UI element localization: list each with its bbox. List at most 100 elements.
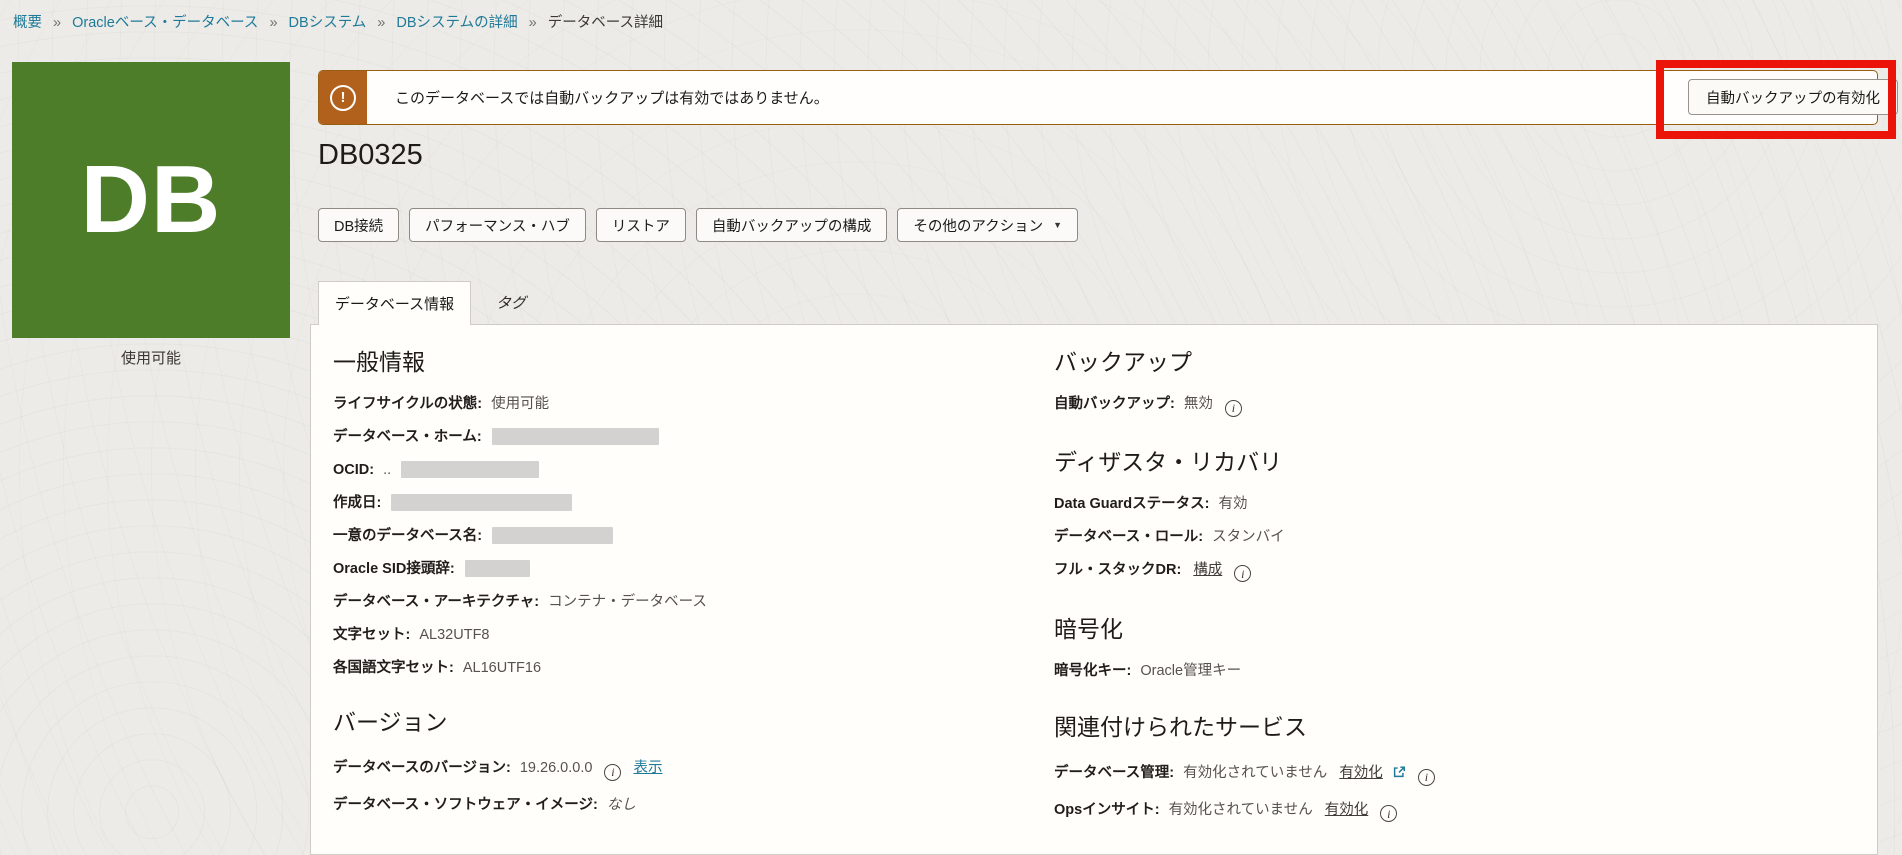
breadcrumb-separator: » xyxy=(53,15,61,31)
chevron-down-icon: ▼ xyxy=(1053,220,1062,230)
restore-button[interactable]: リストア xyxy=(596,208,686,242)
breadcrumb-separator: » xyxy=(529,15,537,31)
database-version-label: データベースのバージョン: xyxy=(333,760,511,776)
breadcrumb-db-systems[interactable]: DBシステム xyxy=(289,15,367,31)
software-image-row: データベース・ソフトウェア・イメージ: なし xyxy=(333,796,1033,814)
auto-backup-row: 自動バックアップ: 無効 i xyxy=(1054,395,1834,417)
auto-backup-warning-banner: ! このデータベースでは自動バックアップは有効ではありません。 xyxy=(318,70,1878,125)
database-home-row: データベース・ホーム: xyxy=(333,428,1033,446)
database-role-label: データベース・ロール: xyxy=(1054,529,1203,545)
national-character-set-row: 各国語文字セット: AL16UTF16 xyxy=(333,659,1033,677)
encryption-key-label: 暗号化キー: xyxy=(1054,663,1131,679)
national-character-set-value: AL16UTF16 xyxy=(463,660,541,676)
auto-backup-value: 無効 xyxy=(1184,396,1213,412)
software-image-value: なし xyxy=(607,797,636,813)
warning-iconbox: ! xyxy=(319,71,367,124)
db-connection-button[interactable]: DB接続 xyxy=(318,208,399,242)
info-icon[interactable]: i xyxy=(1234,565,1251,582)
unique-database-name-label: 一意のデータベース名: xyxy=(333,528,482,544)
database-management-value: 有効化されていません xyxy=(1183,765,1327,781)
general-info-heading: 一般情報 xyxy=(333,347,1033,377)
created-date-row: 作成日: xyxy=(333,494,1033,512)
database-management-row: データベース管理: 有効化されていません 有効化 i xyxy=(1054,764,1834,786)
lifecycle-state-row: ライフサイクルの状態: 使用可能 xyxy=(333,395,1033,413)
database-status-tile: DB xyxy=(12,62,290,338)
breadcrumb-separator: » xyxy=(377,15,385,31)
tab-database-info[interactable]: データベース情報 xyxy=(318,281,471,325)
oracle-sid-prefix-label: Oracle SID接頭辞: xyxy=(333,561,455,577)
redacted-value xyxy=(492,527,613,544)
configure-auto-backup-button[interactable]: 自動バックアップの構成 xyxy=(696,208,888,242)
more-actions-button[interactable]: その他のアクション ▼ xyxy=(897,208,1078,242)
lifecycle-state-value: 使用可能 xyxy=(491,396,549,412)
data-guard-status-label: Data Guardステータス: xyxy=(1054,496,1210,512)
info-icon[interactable]: i xyxy=(1418,769,1435,786)
encryption-heading: 暗号化 xyxy=(1054,614,1834,644)
database-role-row: データベース・ロール: スタンバイ xyxy=(1054,528,1834,546)
version-heading: バージョン xyxy=(333,707,1033,737)
breadcrumb-oracle-base-database[interactable]: Oracleベース・データベース xyxy=(72,15,258,31)
created-date-label: 作成日: xyxy=(333,495,381,511)
character-set-value: AL32UTF8 xyxy=(419,627,489,643)
redacted-value xyxy=(492,428,659,445)
status-label: 使用可能 xyxy=(12,347,290,368)
breadcrumb-database-details: データベース詳細 xyxy=(548,15,663,31)
breadcrumb: 概要 » Oracleベース・データベース » DBシステム » DBシステムの… xyxy=(13,14,663,32)
breadcrumb-db-system-details[interactable]: DBシステムの詳細 xyxy=(396,15,517,31)
red-highlight-box xyxy=(1656,60,1896,139)
data-guard-status-value: 有効 xyxy=(1219,496,1248,512)
breadcrumb-overview[interactable]: 概要 xyxy=(13,15,42,31)
character-set-label: 文字セット: xyxy=(333,627,410,643)
info-icon[interactable]: i xyxy=(1225,400,1242,417)
view-version-link[interactable]: 表示 xyxy=(634,760,663,776)
auto-backup-label: 自動バックアップ: xyxy=(1054,396,1175,412)
software-image-label: データベース・ソフトウェア・イメージ: xyxy=(333,797,598,813)
lifecycle-state-label: ライフサイクルの状態: xyxy=(333,396,482,412)
encryption-key-value: Oracle管理キー xyxy=(1140,663,1241,679)
database-home-label: データベース・ホーム: xyxy=(333,429,482,445)
database-architecture-label: データベース・アーキテクチャ: xyxy=(333,594,539,610)
unique-database-name-row: 一意のデータベース名: xyxy=(333,527,1033,545)
database-role-value: スタンバイ xyxy=(1212,529,1285,545)
ocid-label: OCID: xyxy=(333,462,374,478)
disaster-recovery-heading: ディザスタ・リカバリ xyxy=(1054,447,1834,477)
database-version-value: 19.26.0.0.0 xyxy=(520,760,593,776)
full-stack-dr-label: フル・スタックDR: xyxy=(1054,562,1181,578)
performance-hub-button[interactable]: パフォーマンス・ハブ xyxy=(409,208,586,242)
database-architecture-value: コンテナ・データベース xyxy=(548,594,707,610)
redacted-value xyxy=(391,494,572,511)
ops-insights-label: Opsインサイト: xyxy=(1054,802,1160,818)
breadcrumb-separator: » xyxy=(269,15,277,31)
backup-column: バックアップ 自動バックアップ: 無効 i ディザスタ・リカバリ Data Gu… xyxy=(1054,325,1834,822)
national-character-set-label: 各国語文字セット: xyxy=(333,660,454,676)
external-link-icon[interactable] xyxy=(1392,765,1406,779)
database-tile-abbr: DB xyxy=(81,145,222,255)
database-architecture-row: データベース・アーキテクチャ: コンテナ・データベース xyxy=(333,593,1033,611)
data-guard-status-row: Data Guardステータス: 有効 xyxy=(1054,495,1834,513)
info-icon[interactable]: i xyxy=(1380,805,1397,822)
enable-database-management-link[interactable]: 有効化 xyxy=(1339,765,1383,781)
warning-icon: ! xyxy=(330,85,356,111)
full-stack-dr-row: フル・スタックDR: 構成 i xyxy=(1054,561,1834,583)
ops-insights-value: 有効化されていません xyxy=(1169,802,1313,818)
redacted-value xyxy=(465,560,530,577)
encryption-key-row: 暗号化キー: Oracle管理キー xyxy=(1054,662,1834,680)
ocid-row: OCID: .. xyxy=(333,461,1033,479)
ops-insights-row: Opsインサイト: 有効化されていません 有効化 i xyxy=(1054,801,1834,823)
info-icon[interactable]: i xyxy=(604,764,621,781)
configure-full-stack-dr-link[interactable]: 構成 xyxy=(1193,562,1222,578)
database-version-row: データベースのバージョン: 19.26.0.0.0 i 表示 xyxy=(333,759,1033,781)
more-actions-label: その他のアクション xyxy=(913,215,1043,236)
action-toolbar: DB接続 パフォーマンス・ハブ リストア 自動バックアップの構成 その他のアクシ… xyxy=(318,208,1078,242)
ocid-prefix: .. xyxy=(383,462,391,478)
database-info-panel: 一般情報 ライフサイクルの状態: 使用可能 データベース・ホーム: OCID: … xyxy=(310,324,1878,855)
tab-tags[interactable]: タグ xyxy=(488,281,534,324)
enable-ops-insights-link[interactable]: 有効化 xyxy=(1325,802,1369,818)
backup-heading: バックアップ xyxy=(1054,347,1834,377)
general-info-column: 一般情報 ライフサイクルの状態: 使用可能 データベース・ホーム: OCID: … xyxy=(333,325,1033,814)
page-title: DB0325 xyxy=(318,139,423,172)
oracle-sid-prefix-row: Oracle SID接頭辞: xyxy=(333,560,1033,578)
warning-message: このデータベースでは自動バックアップは有効ではありません。 xyxy=(395,87,829,108)
redacted-value xyxy=(401,461,539,478)
associated-services-heading: 関連付けられたサービス xyxy=(1054,712,1834,742)
